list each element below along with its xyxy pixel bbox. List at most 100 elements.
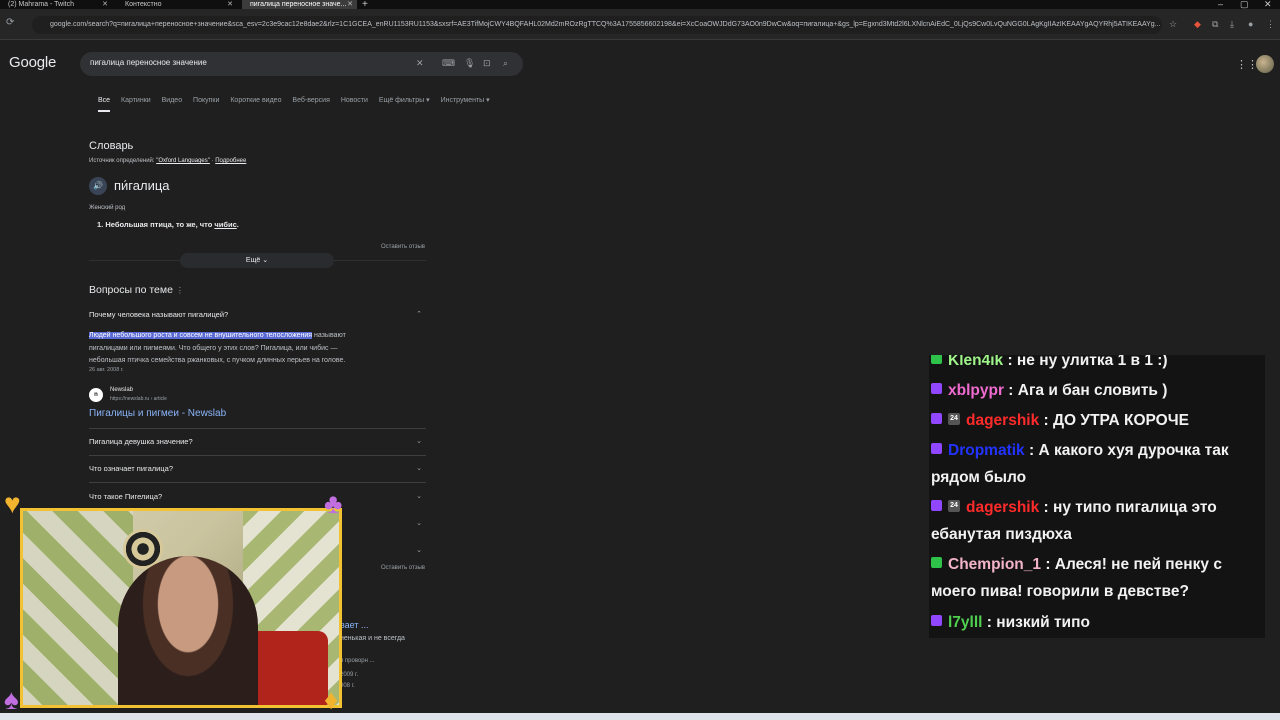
tab-google-search[interactable]: пигалица переносное значе... ✕ xyxy=(242,0,357,9)
result-title-link[interactable]: Пигалицы и пигмеи - Newslab xyxy=(89,408,226,419)
answer-date: 26 авг. 2008 г. xyxy=(89,367,124,373)
chat-message: l7ylll : низкий типо xyxy=(931,609,1261,636)
reload-icon[interactable]: ⟳ xyxy=(6,17,14,28)
source-prefix: Источник определений: xyxy=(89,158,155,164)
gender-label: Женский род xyxy=(89,205,126,211)
profile-icon[interactable]: ● xyxy=(1248,19,1253,29)
chat-text: ДО УТРА КОРОЧЕ xyxy=(1053,412,1189,429)
dictionary-word: пи́галица xyxy=(114,178,170,193)
chevron-down-icon: ⌄ xyxy=(416,493,422,500)
chat-text: низкий типо xyxy=(996,614,1090,631)
search-query: пигалица переносное значение xyxy=(90,58,207,67)
paa-question-1[interactable]: Почему человека называют пигалицей? ⌃ xyxy=(89,310,426,319)
os-taskbar xyxy=(0,713,1280,720)
answer-highlight: Людей небольшого роста и совсем не внуши… xyxy=(89,332,313,339)
minimize-icon[interactable]: – xyxy=(1218,0,1223,9)
sub-badge-icon: 24 xyxy=(948,499,960,512)
avatar[interactable] xyxy=(1256,55,1274,73)
mic-icon[interactable]: 🎙 xyxy=(464,58,475,69)
question-text: Что означает пигалица? xyxy=(89,464,173,473)
paa-question-4[interactable]: Что такое Пигелица? ⌄ xyxy=(89,492,426,501)
search-icon[interactable]: ⌕ xyxy=(503,58,508,69)
chat-message: Chempion_1 : Алеся! не пей пенку с моего… xyxy=(931,556,1222,600)
close-icon[interactable]: ✕ xyxy=(347,0,353,9)
tab-images[interactable]: Картинки xyxy=(121,97,151,104)
twitch-badge-icon xyxy=(931,443,942,455)
tab-all[interactable]: Все xyxy=(98,97,111,112)
keyboard-icon[interactable]: ⌨ xyxy=(442,58,455,69)
kick-badge-icon xyxy=(931,557,942,569)
source-link[interactable]: "Oxford Languages" xyxy=(156,158,210,164)
extensions-puzzle-icon[interactable]: ⧉ xyxy=(1212,19,1218,30)
tab-shopping[interactable]: Покупки xyxy=(193,97,219,104)
tab-kontekstno[interactable]: Контекстно ✕ xyxy=(117,0,237,9)
chevron-up-icon: ⌃ xyxy=(416,311,422,318)
partial-result-link[interactable]: вает ... xyxy=(340,620,369,630)
chat-username: l7ylll xyxy=(948,614,983,631)
more-vert-icon[interactable]: ⋮ xyxy=(176,286,184,295)
chat-username: dagershik xyxy=(966,412,1040,429)
twitch-badge-icon xyxy=(931,413,942,425)
paa-question-2[interactable]: Пигалица девушка значение? ⌄ xyxy=(89,437,426,446)
menu-dots-icon[interactable]: ⋮ xyxy=(1266,19,1275,30)
chat-username: xblpypr xyxy=(948,382,1004,399)
more-button[interactable]: Ещё ⌄ xyxy=(180,253,334,268)
search-input[interactable]: пигалица переносное значение ✕ ⌨ 🎙 ⊡ ⌕ xyxy=(80,52,523,76)
tab-label: пигалица переносное значе... xyxy=(250,1,347,8)
spade-ornament-icon: ♠ xyxy=(4,684,19,715)
diamond-ornament-icon: ♦ xyxy=(324,684,339,715)
tab-short-video[interactable]: Короткие видео xyxy=(230,97,281,104)
url-text: google.com/search?q=пигалица+переносное+… xyxy=(50,21,1161,28)
chat-text: не ну улитка 1 в 1 :) xyxy=(1016,355,1168,369)
clear-icon[interactable]: ✕ xyxy=(416,58,424,69)
chat-username: dagershik xyxy=(966,499,1040,516)
download-icon[interactable]: ⤓ xyxy=(1230,19,1234,30)
chevron-down-icon: ⌄ xyxy=(416,520,422,527)
webcam-overlay xyxy=(20,508,342,708)
tab-video[interactable]: Видео xyxy=(162,97,182,104)
paa-title-text: Вопросы по теме xyxy=(89,284,173,296)
bookmark-star-icon[interactable]: ☆ xyxy=(1169,19,1177,30)
feedback-link[interactable]: Оставить отзыв xyxy=(381,244,425,250)
close-icon[interactable]: ✕ xyxy=(227,0,233,9)
partial-snippet: ненькая и не всегда xyxy=(340,635,405,642)
paa-question-3[interactable]: Что означает пигалица? ⌄ xyxy=(89,464,426,473)
search-filter-tabs: Все Картинки Видео Покупки Короткие виде… xyxy=(98,96,499,112)
wallpaper xyxy=(23,511,133,705)
sub-badge-icon: 24 xyxy=(948,412,960,425)
chevron-down-icon: ⌄ xyxy=(416,465,422,472)
google-logo[interactable]: Google xyxy=(9,54,56,71)
paa-answer: Людей небольшого роста и совсем не внуши… xyxy=(89,330,419,368)
tab-more-filters[interactable]: Ещё фильтры ▾ xyxy=(379,97,430,104)
tab-twitch[interactable]: (2) Mahrama - Twitch ✕ xyxy=(0,0,112,9)
partial-snippet: я проворн ... xyxy=(340,658,375,664)
lens-icon[interactable]: ⊡ xyxy=(483,58,491,69)
newslab-favicon: n xyxy=(89,388,103,402)
dictionary-source: Источник определений: "Oxford Languages"… xyxy=(89,158,247,164)
heart-ornament-icon: ♥ xyxy=(4,488,21,519)
extension-icon[interactable]: ◆ xyxy=(1194,19,1201,30)
tab-news[interactable]: Новости xyxy=(341,97,368,104)
address-bar[interactable]: google.com/search?q=пигалица+переносное+… xyxy=(32,16,1162,34)
divider xyxy=(89,455,426,456)
divider xyxy=(89,428,426,429)
speaker-icon[interactable]: 🔊 xyxy=(89,177,107,195)
definition-link[interactable]: чибис xyxy=(214,220,236,229)
twitch-badge-icon xyxy=(931,500,942,512)
question-text: Пигалица девушка значение? xyxy=(89,437,193,446)
chat-username: Chempion_1 xyxy=(948,556,1042,573)
definition-suffix: . xyxy=(236,220,239,229)
close-icon[interactable]: ✕ xyxy=(102,0,108,9)
browser-tab-strip: (2) Mahrama - Twitch ✕ Контекстно ✕ пигали… xyxy=(0,0,1280,10)
more-link[interactable]: Подробнее xyxy=(215,158,246,164)
tab-tools[interactable]: Инструменты ▾ xyxy=(441,97,490,104)
chevron-down-icon: ⌄ xyxy=(416,438,422,445)
feedback-link[interactable]: Оставить отзыв xyxy=(381,565,425,571)
twitch-badge-icon xyxy=(931,383,942,395)
chat-message: xblpypr : Ага и бан словить ) xyxy=(931,377,1261,404)
twitch-badge-icon xyxy=(931,615,942,627)
apps-grid-icon[interactable]: ⋮⋮ xyxy=(1236,58,1258,71)
chat-message: Klen4ik : не ну улитка 1 в 1 :) xyxy=(931,355,1261,374)
chevron-down-icon: ⌄ xyxy=(416,547,422,554)
tab-web[interactable]: Веб-версия xyxy=(292,97,329,104)
